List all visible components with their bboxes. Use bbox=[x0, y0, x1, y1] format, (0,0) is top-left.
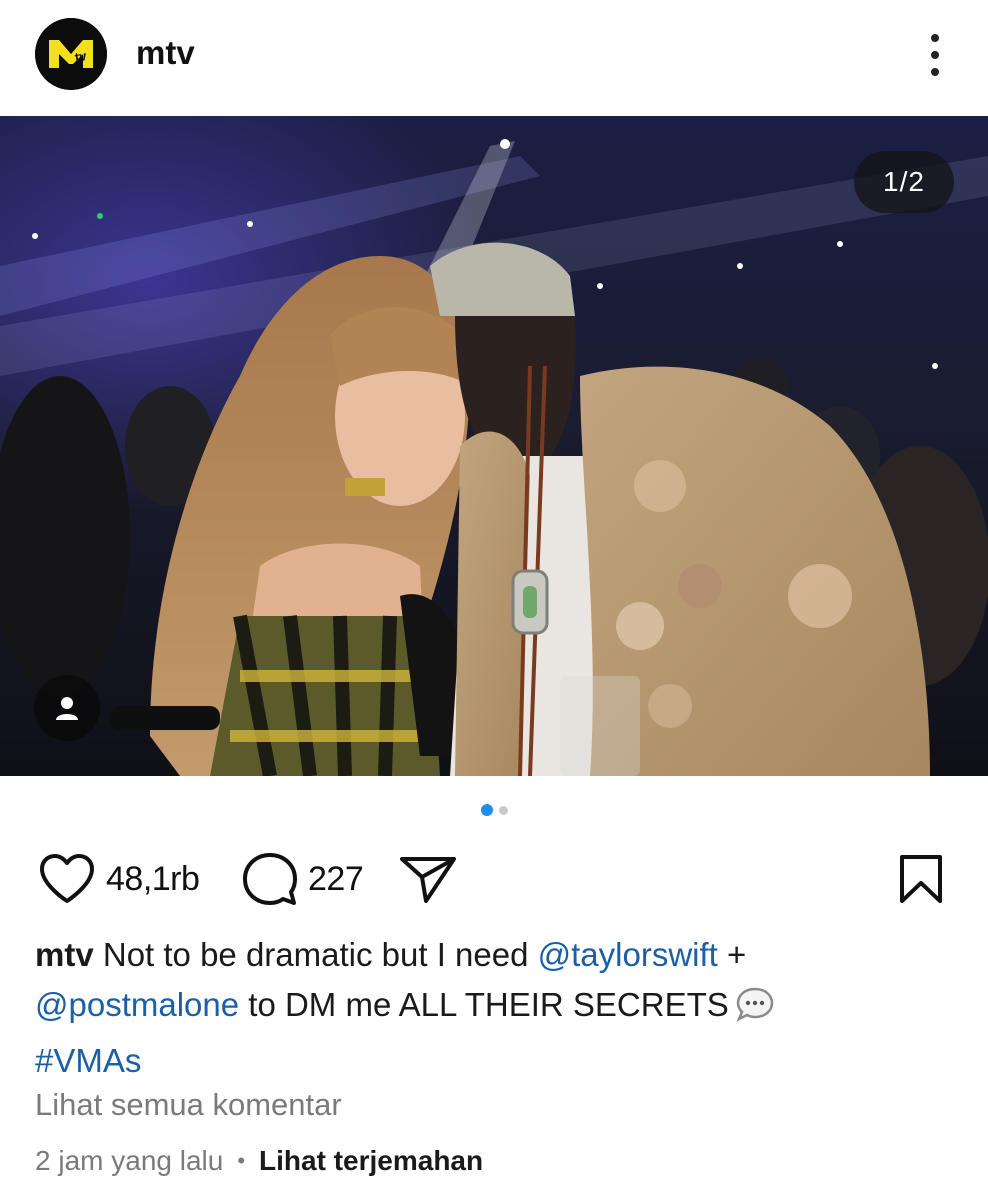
carousel-dot-active bbox=[480, 804, 493, 816]
post-username[interactable]: mtv bbox=[136, 34, 195, 72]
action-bar: 48,1rb 227 bbox=[0, 846, 988, 912]
send-icon[interactable] bbox=[398, 853, 458, 905]
save-action[interactable] bbox=[898, 846, 944, 912]
caption-username[interactable]: mtv bbox=[35, 936, 94, 973]
caption-plus: + bbox=[727, 936, 747, 973]
hashtag-vmas[interactable]: #VMAs bbox=[35, 1042, 141, 1079]
post-caption: mtv Not to be dramatic but I need @taylo… bbox=[35, 930, 955, 1086]
speech-bubble-emoji-icon bbox=[735, 986, 775, 1036]
carousel-dot bbox=[498, 806, 508, 815]
post-photo[interactable]: 1/2 bbox=[0, 116, 988, 776]
meta-separator: • bbox=[237, 1148, 246, 1173]
comment-action[interactable]: 227 bbox=[242, 846, 364, 912]
mtv-logo-icon[interactable]: tv bbox=[35, 18, 107, 90]
share-action[interactable] bbox=[398, 846, 458, 912]
like-count[interactable]: 48,1rb bbox=[106, 860, 200, 899]
post-header: tv mtv bbox=[0, 0, 988, 112]
view-all-comments-link[interactable]: Lihat semua komentar bbox=[35, 1087, 342, 1123]
comment-count[interactable]: 227 bbox=[308, 860, 364, 899]
heart-icon[interactable] bbox=[38, 853, 96, 905]
post-timestamp: 2 jam yang lalu bbox=[35, 1145, 224, 1176]
bookmark-icon[interactable] bbox=[898, 853, 944, 905]
more-vertical-icon[interactable] bbox=[915, 30, 955, 80]
caption-text: Not to be dramatic but I need bbox=[102, 936, 529, 973]
comment-bubble-icon[interactable] bbox=[242, 851, 298, 907]
slide-counter: 1/2 bbox=[854, 151, 954, 213]
translate-link[interactable]: Lihat terjemahan bbox=[259, 1145, 483, 1177]
post-meta: 2 jam yang lalu • Lihat terjemahan bbox=[35, 1145, 483, 1177]
carousel-indicator bbox=[0, 804, 988, 816]
mention-postmalone[interactable]: @postmalone bbox=[35, 986, 239, 1023]
user-tag-icon[interactable] bbox=[34, 675, 100, 741]
caption-text-2: to DM me ALL THEIR SECRETS bbox=[248, 986, 729, 1023]
mention-taylorswift[interactable]: @taylorswift bbox=[538, 936, 718, 973]
like-action[interactable]: 48,1rb bbox=[38, 846, 200, 912]
